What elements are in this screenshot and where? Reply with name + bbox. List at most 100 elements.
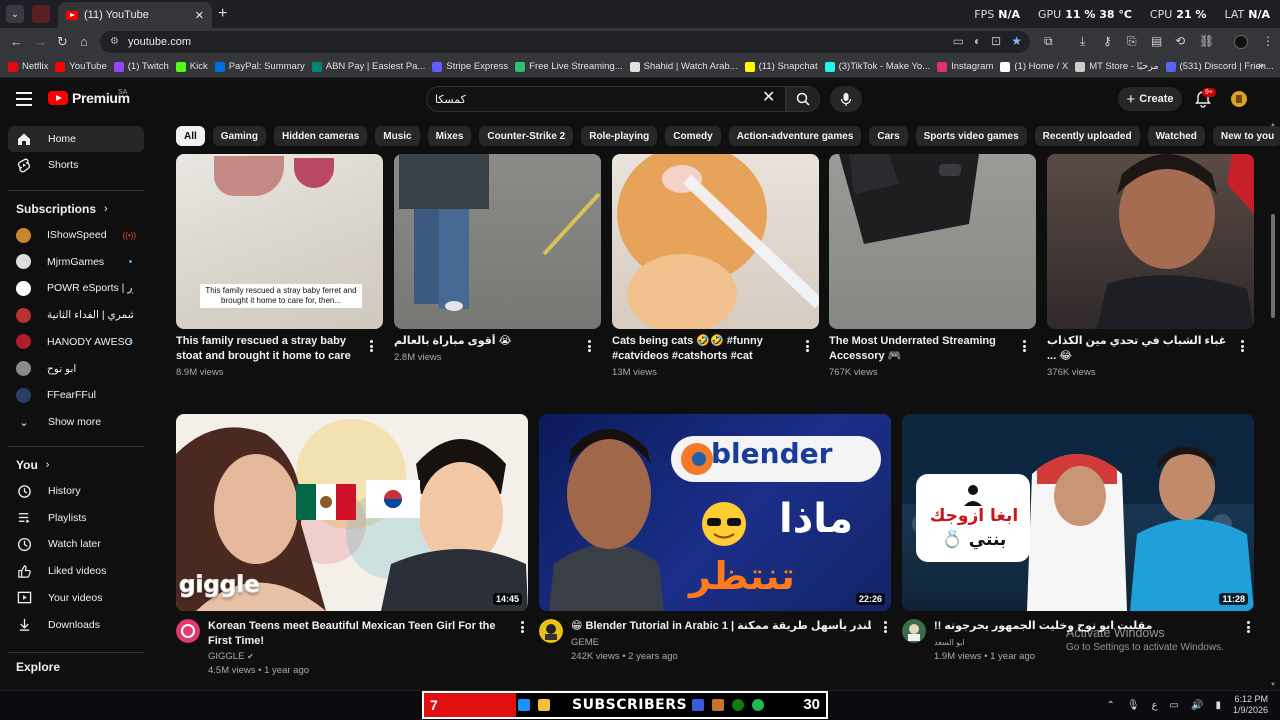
subscription-item[interactable]: POWR eSports | باور <box>8 275 144 301</box>
language-indicator[interactable]: ع <box>1152 700 1158 711</box>
chip-cars[interactable]: Cars <box>869 126 908 146</box>
chip-role-playing[interactable]: Role-playing <box>581 126 658 146</box>
video-thumbnail[interactable]: giggle 14:45 <box>176 414 528 611</box>
battery-icon[interactable]: ▮ <box>1215 700 1221 711</box>
voice-search-button[interactable] <box>830 86 862 112</box>
download-icon[interactable]: ⤓ <box>1080 34 1085 49</box>
bookmark-item[interactable]: ABN Pay | Easiest Pa... <box>311 61 433 72</box>
incognito-icon[interactable]: ◐ <box>974 34 981 48</box>
clock[interactable]: 6:12 PM 1/9/2026 <box>1233 694 1268 716</box>
create-button[interactable]: + Create <box>1118 87 1182 111</box>
card-icon[interactable]: ▤ <box>1151 34 1162 48</box>
chip-gaming[interactable]: Gaming <box>212 126 267 146</box>
bookmark-item[interactable]: (11) Snapchat <box>744 61 825 72</box>
search-input[interactable]: كمسكا <box>426 86 786 112</box>
chip-comedy[interactable]: Comedy <box>665 126 721 146</box>
cast-icon[interactable]: ▭ <box>953 34 964 48</box>
profile-avatar[interactable] <box>1234 35 1248 49</box>
video-title[interactable]: 😁 Blender Tutorial in Arabic 1 | تعلم بل… <box>571 619 871 635</box>
extensions-icon[interactable]: ⧉ <box>1044 34 1053 49</box>
address-bar[interactable]: ⚙ youtube.com ▭ ◐ ⊡ ★ <box>100 31 1030 53</box>
channel-name[interactable]: GIGGLE ✔ <box>208 650 254 664</box>
short-thumbnail[interactable] <box>612 154 819 329</box>
show-more-button[interactable]: ⌄ Show more <box>8 409 144 435</box>
channel-avatar[interactable] <box>176 619 200 643</box>
key-icon[interactable]: ⚷ <box>1103 34 1112 48</box>
short-thumbnail[interactable] <box>1047 154 1254 329</box>
sidebar-item-watch-later[interactable]: Watch later <box>8 531 144 557</box>
subscriptions-heading[interactable]: Subscriptions › <box>16 202 108 216</box>
sidebar-item-home[interactable]: Home <box>8 126 144 152</box>
subscription-item[interactable]: ابو عابد الشمري | الفداء الثانية <box>8 302 144 328</box>
chip-watched[interactable]: Watched <box>1147 126 1205 146</box>
more-options-icon[interactable] <box>1019 339 1029 353</box>
channel-avatar[interactable] <box>902 619 926 643</box>
network-icon[interactable]: ▭ <box>1170 700 1179 711</box>
more-options-icon[interactable] <box>802 339 812 353</box>
chip-sports-video-games[interactable]: Sports video games <box>915 126 1027 146</box>
xbox-icon[interactable] <box>732 699 744 711</box>
new-tab-button[interactable]: + <box>218 5 227 23</box>
bookmark-item[interactable]: MT Store - مرحبًا <box>1075 61 1165 72</box>
bookmark-item[interactable]: Free Live Streaming... <box>515 61 629 72</box>
tray-mic-icon[interactable]: 🎙 <box>1127 700 1140 711</box>
short-thumbnail[interactable] <box>829 154 1036 329</box>
video-thumbnail[interactable]: ابغا ازوجك بنتي 💍 11:28 <box>902 414 1254 611</box>
bookmark-item[interactable]: Shahid | Watch Arab... <box>629 61 745 72</box>
app-icon[interactable] <box>712 699 724 711</box>
bookmark-star-icon[interactable]: ★ <box>1011 34 1022 48</box>
bookmark-item[interactable]: Instagram <box>937 61 1000 72</box>
bookmark-item[interactable]: PayPal: Summary <box>214 61 312 72</box>
more-options-icon[interactable] <box>584 339 594 353</box>
sidebar-item-history[interactable]: History <box>8 478 144 504</box>
translate-icon[interactable]: ⎘ <box>1127 34 1137 49</box>
subscription-item[interactable]: MjrmGames <box>8 249 144 275</box>
pinned-tab[interactable] <box>32 5 50 23</box>
chip-hidden-cameras[interactable]: Hidden cameras <box>274 126 368 146</box>
spotify-icon[interactable] <box>752 699 764 711</box>
sidebar-item-shorts[interactable]: Shorts <box>8 152 144 178</box>
video-title[interactable]: Korean Teens meet Beautiful Mexican Teen… <box>208 619 508 649</box>
sidebar-item-downloads[interactable]: Downloads <box>8 612 144 638</box>
channel-avatar[interactable] <box>539 619 563 643</box>
reload-icon[interactable]: ↻ <box>57 34 68 50</box>
chip-counter-strike-2[interactable]: Counter-Strike 2 <box>479 126 574 146</box>
short-title[interactable]: The Most Underrated Streaming Accessory … <box>829 334 1015 364</box>
forward-icon[interactable]: → <box>34 34 47 49</box>
chip-music[interactable]: Music <box>375 126 420 146</box>
bookmark-item[interactable]: (1) Twitch <box>113 61 176 72</box>
short-title[interactable]: أقوى مباراة بالعالم 😭 <box>394 334 580 350</box>
back-icon[interactable]: ← <box>10 34 23 49</box>
scroll-thumb[interactable] <box>1271 214 1275 318</box>
home-browser-icon[interactable]: ⌂ <box>80 34 88 49</box>
more-options-icon[interactable] <box>366 339 376 353</box>
page-scrollbar[interactable]: ▲ ▼ <box>1266 120 1280 690</box>
short-title[interactable]: Cats being cats 🤣🤣 #funny #catvideos #ca… <box>612 334 798 364</box>
more-options-icon[interactable] <box>517 620 527 634</box>
bookmark-item[interactable]: Stripe Express <box>432 61 515 72</box>
chip-all[interactable]: All <box>176 126 205 146</box>
account-avatar[interactable] <box>1231 91 1247 107</box>
subscription-item[interactable]: ابو نوح <box>8 356 144 382</box>
channel-name[interactable]: GEME <box>571 636 599 650</box>
app-icon[interactable] <box>692 699 704 711</box>
sidebar-item-your-videos[interactable]: Your videos <box>8 585 144 611</box>
more-options-icon[interactable] <box>880 620 890 634</box>
volume-icon[interactable]: 🔊 <box>1191 700 1203 711</box>
subscription-item[interactable]: IShowSpeed ((•)) <box>8 222 144 248</box>
short-title[interactable]: غباء الشباب في تحدي مين الكذاب 😂 ... #تص… <box>1047 334 1233 364</box>
bookmark-item[interactable]: YouTube <box>55 61 113 72</box>
channel-name[interactable]: ابو السعد <box>934 636 965 650</box>
bookmark-item[interactable]: Kick <box>175 61 215 72</box>
windows-start-icon[interactable] <box>518 699 530 711</box>
menu-icon[interactable]: ⋮ <box>1262 34 1274 48</box>
more-options-icon[interactable] <box>1243 620 1253 634</box>
explore-heading[interactable]: Explore <box>16 660 60 674</box>
subscription-item[interactable]: FFearFFul <box>8 382 144 408</box>
link-icon[interactable]: ⛓ <box>1199 34 1214 48</box>
site-info-icon[interactable]: ⚙ <box>110 36 119 47</box>
you-heading[interactable]: You › <box>16 458 49 472</box>
open-in-app-icon[interactable]: ⊡ <box>991 34 1001 48</box>
more-bookmarks-icon[interactable]: » <box>1258 60 1264 72</box>
bookmark-item[interactable]: (1) Home / X <box>1000 61 1075 72</box>
